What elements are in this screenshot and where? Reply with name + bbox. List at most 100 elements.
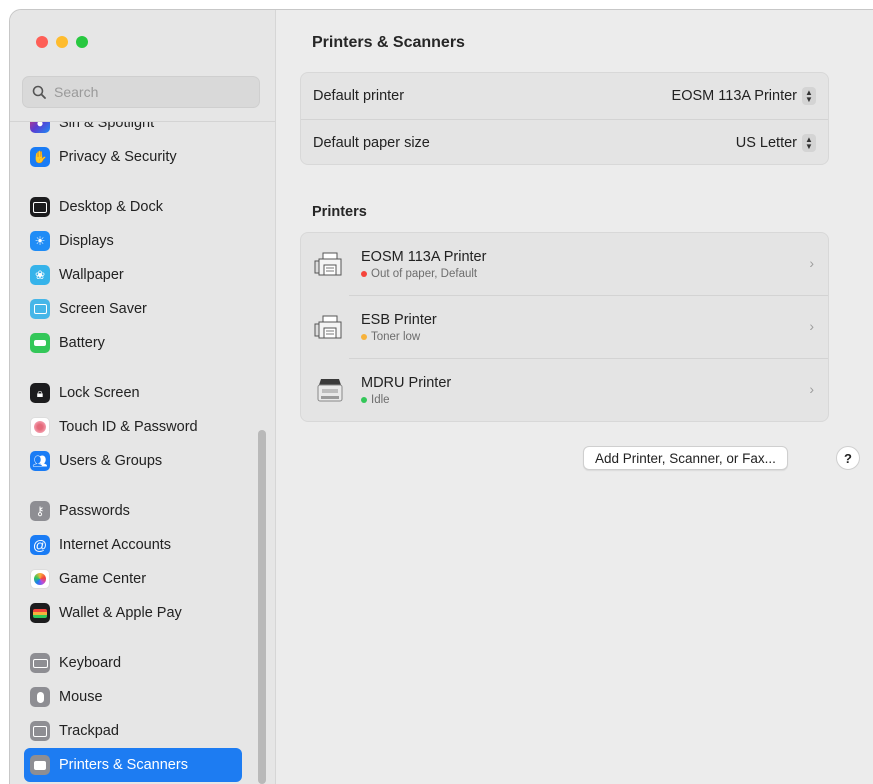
search-input[interactable] (52, 83, 246, 101)
sun-icon: ☀ (30, 231, 50, 251)
default-paper-value: US Letter (735, 135, 797, 151)
sidebar-item-label: Screen Saver (59, 301, 147, 317)
sidebar-item-printers-scanners[interactable]: Printers & Scanners (24, 748, 242, 782)
sidebar-item-label: Privacy & Security (59, 149, 177, 165)
wallet-icon (30, 603, 50, 623)
sidebar-item-trackpad[interactable]: Trackpad (24, 714, 242, 748)
page-title: Printers & Scanners (312, 34, 465, 51)
settings-window: ● Siri & Spotlight ✋ Privacy & Security … (10, 10, 873, 784)
main-pane: Printers & Scanners Default printer EOSM… (276, 10, 873, 784)
sidebar-item-keyboard[interactable]: Keyboard (24, 646, 242, 680)
default-printer-select[interactable]: EOSM 113A Printer ▲ ▼ (672, 87, 816, 105)
sidebar-item-label: Desktop & Dock (59, 199, 163, 215)
printer-status: Idle (361, 394, 451, 406)
sidebar-item-label: Keyboard (59, 655, 122, 671)
sidebar-item-screen-saver[interactable]: Screen Saver (24, 292, 242, 326)
status-dot-green (361, 396, 367, 403)
sidebar-item-label: Touch ID & Password (59, 419, 198, 435)
sidebar-item-passwords[interactable]: ⚷ Passwords (24, 494, 242, 528)
default-paper-label: Default paper size (313, 135, 430, 151)
sidebar-item-mouse[interactable]: Mouse (24, 680, 242, 714)
sidebar-item-displays[interactable]: ☀ Displays (24, 224, 242, 258)
add-printer-button[interactable]: Add Printer, Scanner, or Fax... (583, 446, 788, 470)
printer-icon (314, 315, 342, 339)
chevron-right-icon: › (809, 318, 814, 334)
sidebar-item-label: Displays (59, 233, 114, 249)
close-window-button[interactable] (36, 36, 48, 48)
search-field[interactable] (22, 76, 260, 108)
sidebar-item-label: Printers & Scanners (59, 757, 188, 773)
battery-icon (30, 333, 50, 353)
dock-icon (30, 197, 50, 217)
sidebar-scrollbar[interactable] (258, 430, 266, 784)
default-paper-row: Default paper size US Letter ▲ ▼ (301, 119, 828, 166)
sidebar-list: ● Siri & Spotlight ✋ Privacy & Security … (10, 121, 275, 784)
game-center-icon (30, 569, 50, 589)
window-controls (36, 36, 88, 48)
sidebar-item-wallpaper[interactable]: ❀ Wallpaper (24, 258, 242, 292)
sidebar-item-label: Game Center (59, 571, 147, 587)
printer-icon (317, 379, 343, 402)
sidebar-item-battery[interactable]: Battery (24, 326, 242, 360)
siri-icon: ● (30, 122, 50, 133)
printer-name: EOSM 113A Printer (361, 248, 487, 265)
sidebar-item-label: Trackpad (59, 723, 119, 739)
defaults-card: Default printer EOSM 113A Printer ▲ ▼ Def… (300, 72, 829, 165)
default-printer-value: EOSM 113A Printer (671, 88, 797, 104)
help-button[interactable]: ? (836, 446, 860, 470)
default-printer-row: Default printer EOSM 113A Printer ▲ ▼ (301, 73, 828, 119)
default-paper-select[interactable]: US Letter ▲ ▼ (736, 134, 816, 152)
status-dot-orange (361, 333, 367, 340)
printer-status-text: Out of paper, Default (371, 267, 478, 280)
printer-status: Out of paper, Default (361, 268, 486, 280)
sidebar-item-desktop-dock[interactable]: Desktop & Dock (24, 190, 242, 224)
lock-icon: 🔒︎ (30, 383, 50, 403)
sidebar-item-lock-screen[interactable]: 🔒︎ Lock Screen (24, 376, 242, 410)
sidebar-item-label: Wallet & Apple Pay (59, 605, 182, 621)
sidebar-item-label: Passwords (59, 503, 130, 519)
sidebar-item-users-groups[interactable]: 👥︎ Users & Groups (24, 444, 242, 478)
sidebar-item-internet-accounts[interactable]: @ Internet Accounts (24, 528, 242, 562)
sidebar: ● Siri & Spotlight ✋ Privacy & Security … (10, 10, 276, 784)
printer-row-eosm[interactable]: EOSM 113A Printer Out of paper, Default … (301, 233, 828, 295)
printers-list: EOSM 113A Printer Out of paper, Default … (300, 232, 829, 422)
chevron-updown-icon: ▲ ▼ (802, 134, 816, 152)
users-icon: 👥︎ (30, 451, 50, 471)
printer-name: ESB Printer (361, 311, 437, 328)
printers-section-title: Printers (312, 204, 367, 220)
default-printer-label: Default printer (313, 88, 405, 104)
minimize-window-button[interactable] (56, 36, 68, 48)
screensaver-icon (30, 299, 50, 319)
sidebar-item-label: Wallpaper (59, 267, 124, 283)
sidebar-item-label: Mouse (59, 689, 103, 705)
trackpad-icon (30, 721, 50, 741)
printer-name: MDRU Printer (361, 374, 452, 391)
sidebar-item-label: Internet Accounts (59, 537, 172, 553)
chevron-right-icon: › (809, 381, 814, 397)
zoom-window-button[interactable] (76, 36, 88, 48)
sidebar-item-touch-id-password[interactable]: Touch ID & Password (24, 410, 242, 444)
hand-icon: ✋ (30, 147, 50, 167)
status-dot-red (361, 270, 367, 277)
printer-icon (314, 252, 342, 276)
printer-icon (30, 755, 50, 775)
key-icon: ⚷ (30, 501, 50, 521)
sidebar-item-siri-spotlight[interactable]: ● Siri & Spotlight (24, 121, 242, 140)
sidebar-item-privacy-security[interactable]: ✋ Privacy & Security (24, 140, 242, 174)
at-icon: @ (30, 535, 50, 555)
sidebar-item-game-center[interactable]: Game Center (24, 562, 242, 596)
fingerprint-icon (30, 417, 50, 437)
keyboard-icon (30, 653, 50, 673)
sidebar-item-label: Battery (59, 335, 105, 351)
printer-status-text: Idle (371, 393, 390, 406)
chevron-right-icon: › (809, 255, 814, 271)
sidebar-item-label: Users & Groups (59, 453, 163, 469)
sidebar-item-label: Siri & Spotlight (59, 121, 155, 131)
printer-row-mdru[interactable]: MDRU Printer Idle › (317, 358, 828, 421)
flower-icon: ❀ (30, 265, 50, 285)
mouse-icon (30, 687, 50, 707)
printer-status: Toner low (361, 331, 437, 343)
sidebar-item-label: Lock Screen (59, 385, 140, 401)
sidebar-item-wallet-apple-pay[interactable]: Wallet & Apple Pay (24, 596, 242, 630)
printer-row-esb[interactable]: ESB Printer Toner low › (314, 295, 828, 358)
